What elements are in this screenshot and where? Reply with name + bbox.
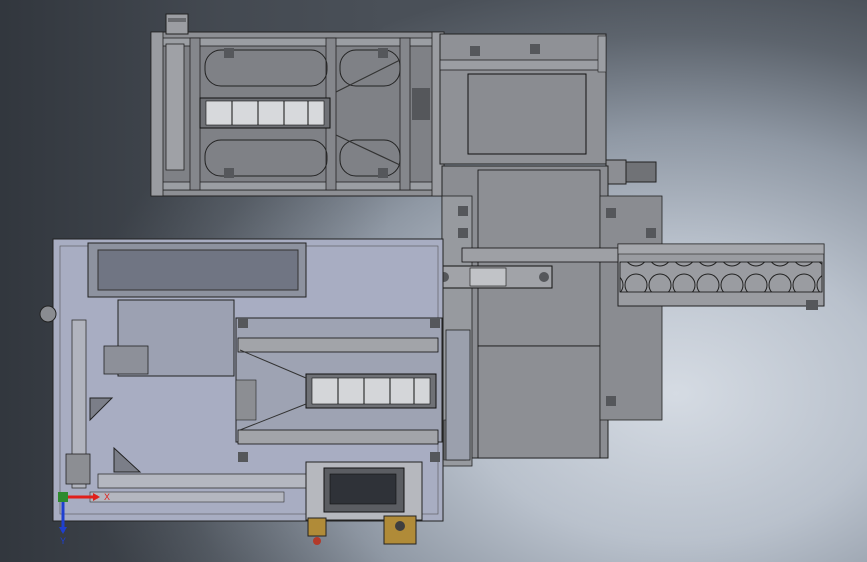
x-axis-label: X [104, 492, 110, 502]
top-right-box-frame [439, 33, 657, 185]
output-roller-conveyor [617, 243, 825, 310]
left-inner-conveyor [235, 317, 471, 462]
hmi-panel [305, 461, 423, 545]
top-conveyor-frame [150, 13, 445, 197]
machine-assembly-model[interactable]: X Y [0, 0, 867, 562]
cad-viewport[interactable]: X Y [0, 0, 867, 562]
y-axis-label: Y [60, 536, 66, 546]
central-transfer-conveyor [435, 165, 703, 467]
